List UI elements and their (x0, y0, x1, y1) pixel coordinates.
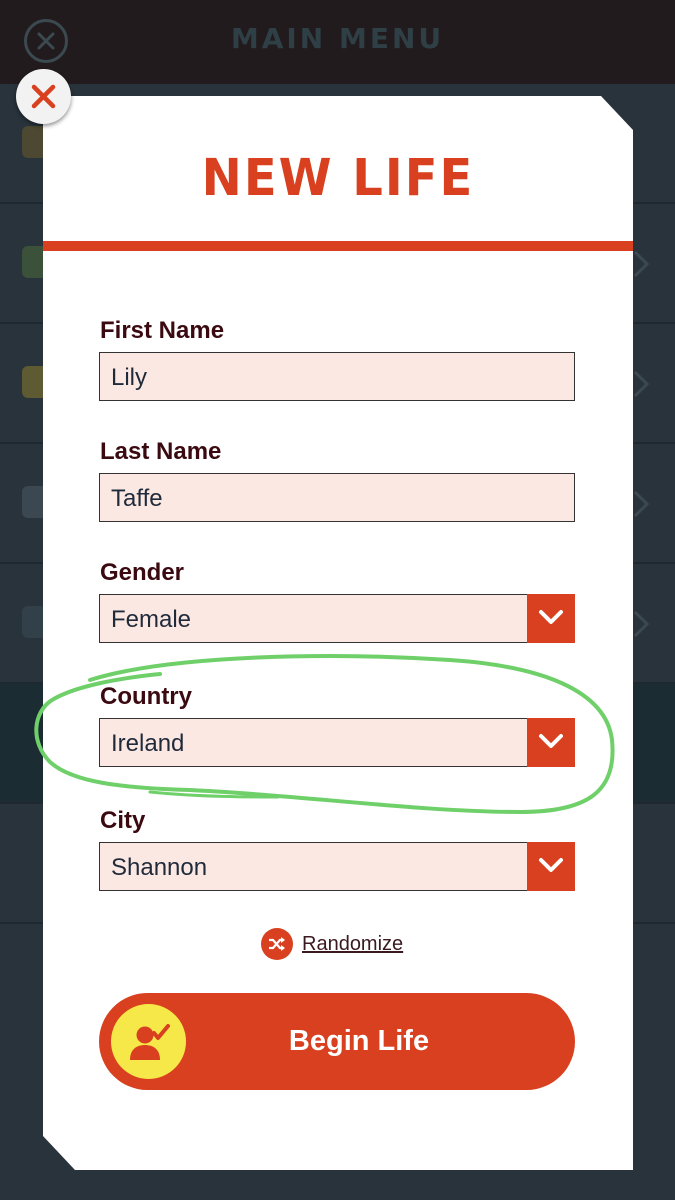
city-select[interactable]: Shannon (99, 842, 575, 891)
begin-life-button[interactable]: Begin Life (99, 993, 575, 1090)
dialog-title: NEW LIFE (201, 148, 475, 208)
gender-label: Gender (100, 559, 185, 586)
city-label: City (100, 807, 146, 834)
shuffle-icon (261, 928, 293, 960)
gender-dropdown-button[interactable] (527, 594, 575, 643)
main-menu-header: MAIN MENU (0, 0, 675, 84)
last-name-field[interactable]: Taffe (99, 473, 575, 522)
gender-select[interactable]: Female (99, 594, 575, 643)
gender-value: Female (111, 606, 192, 633)
last-name-label: Last Name (100, 438, 222, 465)
country-label: Country (100, 683, 192, 710)
country-value: Ireland (111, 730, 185, 757)
randomize-label: Randomize (302, 932, 404, 955)
close-icon (31, 84, 56, 109)
chevron-down-icon (539, 610, 563, 624)
city-value: Shannon (111, 854, 208, 881)
person-check-icon (111, 1004, 186, 1079)
chevron-down-icon (539, 858, 563, 872)
dialog-close-button[interactable] (16, 69, 71, 124)
new-life-dialog: NEW LIFE First Name Lily Last Name Taffe… (43, 96, 633, 1170)
begin-life-label: Begin Life (288, 1025, 430, 1057)
chevron-down-icon (539, 734, 563, 748)
first-name-field[interactable]: Lily (99, 352, 575, 401)
country-select[interactable]: Ireland (99, 718, 575, 767)
last-name-value: Taffe (111, 485, 163, 512)
country-dropdown-button[interactable] (527, 718, 575, 767)
chevron-right-icon (633, 610, 649, 638)
first-name-value: Lily (111, 364, 148, 391)
chevron-right-icon (633, 370, 649, 398)
city-dropdown-button[interactable] (527, 842, 575, 891)
first-name-label: First Name (100, 317, 225, 344)
chevron-right-icon (633, 490, 649, 518)
main-menu-title: MAIN MENU (230, 22, 445, 55)
randomize-link[interactable]: Randomize (261, 928, 403, 960)
chevron-right-icon (633, 250, 649, 278)
title-divider (43, 241, 633, 251)
